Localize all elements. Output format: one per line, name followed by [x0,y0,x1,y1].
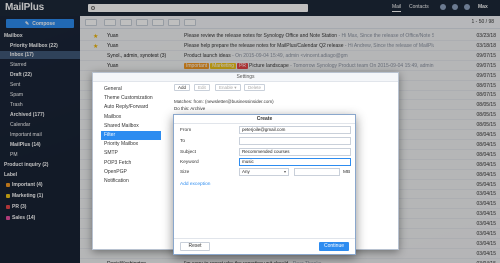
settings-menu-openpgp[interactable]: OpenPGP [101,168,161,177]
settings-menu-shared-mailbox[interactable]: Shared Mailbox [101,122,161,131]
size-condition-select[interactable]: Any ▾ [239,168,289,176]
chevron-down-icon: ▾ [283,169,286,174]
settings-menu-smtp[interactable]: SMTP [101,149,161,158]
enable-filter-button[interactable]: Enable ▾ [215,84,241,91]
size-value-field[interactable] [294,168,340,176]
from-field[interactable]: peterjoile@gmail.com [239,126,351,134]
size-unit: MB [343,170,351,175]
create-footer: Reset Continue [174,238,355,254]
add-exception-link[interactable]: Add exception [180,182,210,187]
filter-match: Matches: from: (newsletter@businessinsid… [174,99,274,104]
settings-menu-filter[interactable]: Filter [101,130,161,141]
subject-field[interactable]: Recommended courses [239,148,351,156]
add-filter-button[interactable]: Add [174,84,191,91]
settings-title: Settings [93,73,398,82]
subject-label: Subject [180,150,196,155]
size-label: Size [180,170,190,175]
keyword-label: Keyword [180,160,199,165]
create-filter-dialog: Create From peterjoile@gmail.com To Subj… [173,114,356,255]
chevron-down-icon: ▾ [234,85,237,90]
settings-menu-mailbox[interactable]: Mailbox [101,113,161,122]
settings-menu: General Theme Customization Auto Reply/F… [101,85,161,186]
settings-menu-general[interactable]: General [101,85,161,94]
create-title: Create [174,115,355,124]
settings-menu-auto-reply[interactable]: Auto Reply/Forward [101,103,161,112]
from-label: From [180,128,192,133]
edit-filter-button[interactable]: Edit [194,84,210,91]
settings-menu-priority[interactable]: Priority Mailbox [101,140,161,149]
size-option: Any [242,169,250,174]
to-field[interactable] [239,137,351,145]
continue-button[interactable]: Continue [319,242,349,251]
settings-menu-pop3[interactable]: POP3 Fetch [101,159,161,168]
settings-menu-theme[interactable]: Theme Customization [101,94,161,103]
keyword-field[interactable]: music [239,158,351,166]
to-label: To [180,139,186,144]
settings-menu-notification[interactable]: Notification [101,177,161,186]
enable-label: Enable [219,85,234,90]
filter-action: Do this: Archive [174,106,206,111]
delete-filter-button[interactable]: Delete [244,84,266,91]
reset-button[interactable]: Reset [180,242,210,251]
